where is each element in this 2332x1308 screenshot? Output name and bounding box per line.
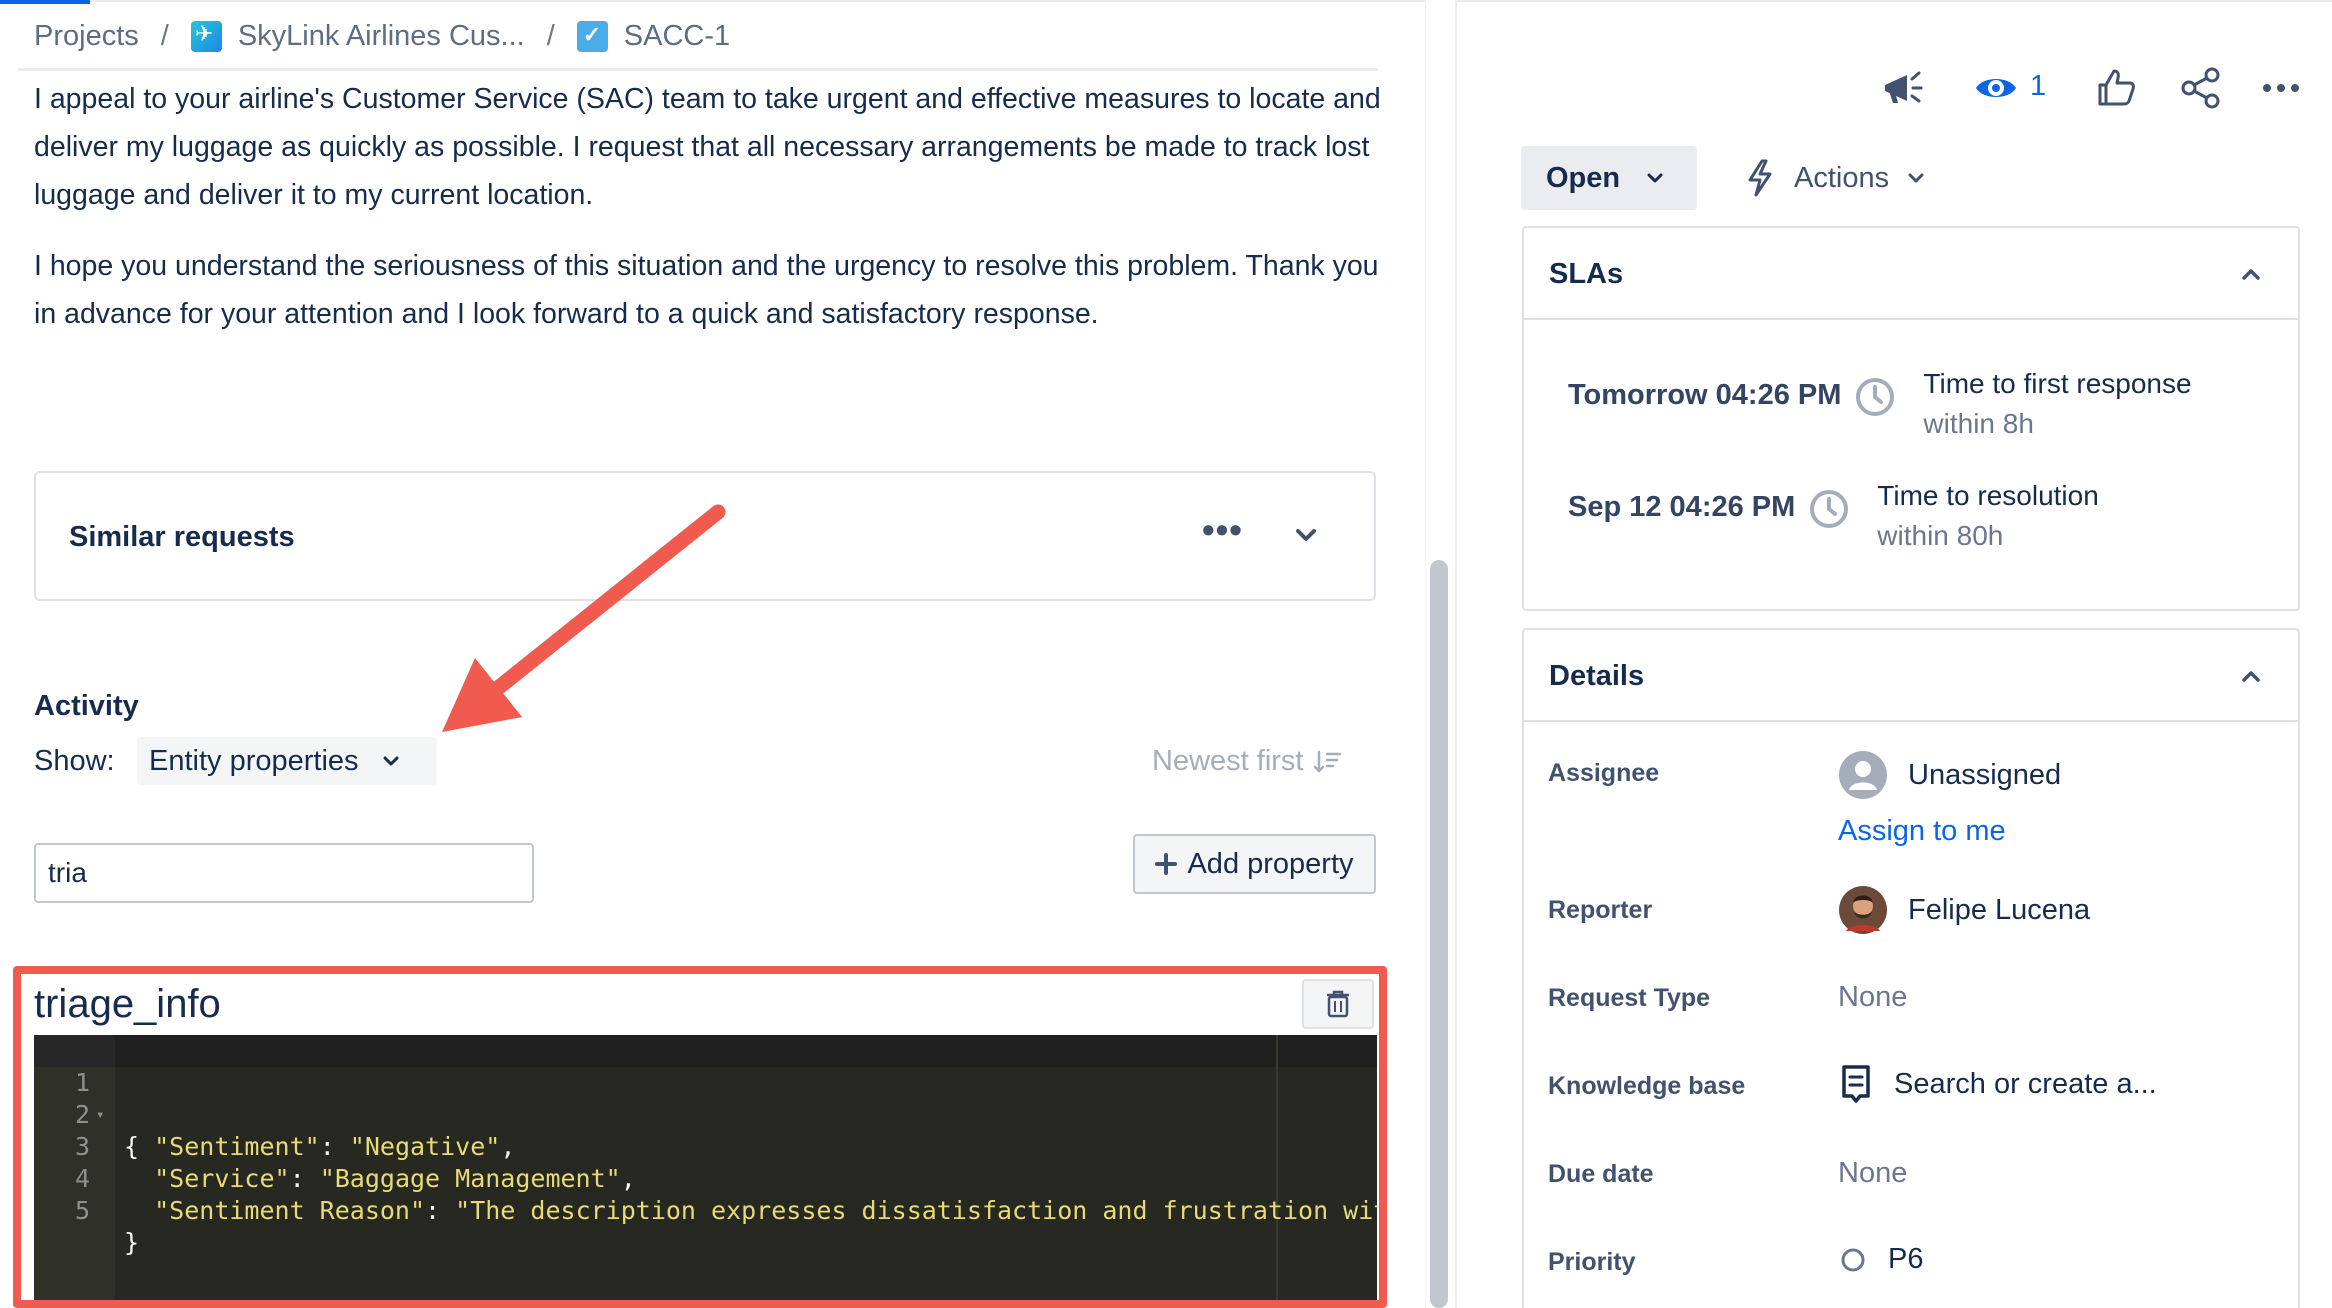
assign-to-me-link[interactable]: Assign to me [1838, 815, 2006, 848]
assignee-field[interactable]: Unassigned [1838, 750, 2061, 800]
reporter-field[interactable]: Felipe Lucena [1838, 885, 2090, 935]
breadcrumb-project[interactable]: SkyLink Airlines Cus... [238, 20, 525, 53]
clock-icon [1856, 378, 1895, 416]
priority-value: P6 [1888, 1243, 1924, 1275]
share-icon[interactable] [2175, 62, 2227, 114]
sla-name: Time to resolution [1877, 480, 2099, 511]
details-title: Details [1549, 660, 1645, 692]
breadcrumb-divider [18, 68, 1378, 71]
knowledge-base-field[interactable]: Search or create a... [1838, 1064, 2157, 1104]
sla-time: Tomorrow 04:26 PM [1568, 379, 1842, 411]
sla-description: Time to resolution within 80h [1877, 476, 2099, 556]
chevron-down-icon [1908, 173, 1924, 183]
description-paragraph: I hope you understand the seriousness of… [34, 250, 1379, 330]
description-paragraph: I appeal to your airline's Customer Serv… [34, 83, 1381, 211]
chevron-down-icon [1647, 173, 1663, 183]
highlight-box-annotation [13, 966, 1387, 1308]
priority-circle-icon [1841, 1248, 1865, 1271]
breadcrumb-separator: / [160, 19, 169, 52]
activity-heading: Activity [34, 690, 139, 722]
status-dropdown-button[interactable]: Open [1521, 146, 1697, 210]
more-icon[interactable] [2255, 62, 2307, 114]
reporter-label: Reporter [1548, 896, 1653, 924]
breadcrumb: Projects / SkyLink Airlines Cus... / SAC… [34, 16, 730, 56]
sort-order-label: Newest first [1152, 745, 1304, 777]
scrollbar-thumb[interactable] [1430, 560, 1448, 1308]
add-property-label: Add property [1187, 847, 1354, 880]
issue-description[interactable]: I appeal to your airline's Customer Serv… [34, 75, 1404, 361]
chevron-down-icon[interactable] [1286, 515, 1326, 555]
sla-name: Time to first response [1923, 368, 2192, 399]
add-property-button[interactable]: Add property [1133, 834, 1376, 894]
sla-goal: within 8h [1923, 408, 2034, 439]
issue-main-panel: Projects / SkyLink Airlines Cus... / SAC… [0, 0, 1425, 1308]
chevron-down-icon [383, 756, 399, 766]
activity-filter-value: Entity properties [149, 744, 359, 777]
sla-goal: within 80h [1877, 520, 2004, 551]
details-panel-header[interactable]: Details [1524, 630, 2298, 722]
due-date-label: Due date [1548, 1160, 1654, 1188]
clock-icon [1810, 490, 1849, 528]
due-date-value[interactable]: None [1838, 1157, 1907, 1190]
knowledge-article-icon [1842, 1065, 1870, 1103]
like-icon[interactable] [2090, 62, 2142, 114]
actions-dropdown-button[interactable]: Actions [1742, 146, 1927, 210]
request-type-value[interactable]: None [1838, 981, 1907, 1014]
show-label: Show: [34, 745, 115, 777]
sla-time: Sep 12 04:26 PM [1568, 491, 1796, 523]
property-search-input[interactable] [34, 843, 534, 903]
actions-label: Actions [1794, 161, 1890, 194]
assignee-label: Assignee [1548, 759, 1660, 787]
chevron-up-icon[interactable] [2234, 660, 2268, 694]
similar-requests-panel[interactable]: Similar requests ••• [34, 471, 1376, 601]
priority-label: Priority [1548, 1248, 1636, 1276]
request-type-label: Request Type [1548, 984, 1711, 1012]
breadcrumb-projects[interactable]: Projects [34, 20, 139, 53]
sort-order-toggle[interactable]: Newest first [1152, 745, 1343, 778]
assignee-value: Unassigned [1908, 758, 2062, 791]
unassigned-avatar-icon [1839, 751, 1887, 799]
watchers-count[interactable]: 1 [2030, 70, 2046, 103]
activity-filter-dropdown[interactable]: Entity properties [137, 737, 437, 785]
knowledge-base-label: Knowledge base [1548, 1072, 1746, 1100]
plus-icon [1155, 853, 1178, 875]
breadcrumb-issue-key[interactable]: SACC-1 [624, 20, 730, 53]
similar-requests-title: Similar requests [69, 521, 295, 553]
more-options-icon[interactable]: ••• [1202, 509, 1243, 551]
slas-panel-header[interactable]: SLAs [1524, 228, 2298, 320]
reporter-value: Felipe Lucena [1908, 893, 2091, 926]
priority-field[interactable]: P6 [1838, 1243, 1923, 1276]
details-panel: Details [1522, 628, 2300, 1308]
watch-eye-icon[interactable] [1970, 62, 2022, 114]
chevron-up-icon[interactable] [2234, 258, 2268, 292]
sla-item: Tomorrow 04:26 PM Time to first response… [1568, 364, 2192, 444]
slas-title: SLAs [1549, 258, 1624, 290]
status-label: Open [1546, 161, 1621, 194]
breadcrumb-separator: / [546, 19, 555, 52]
lightning-bolt-icon [1748, 159, 1772, 197]
feedback-megaphone-icon[interactable] [1876, 62, 1928, 114]
knowledge-base-value: Search or create a... [1894, 1067, 2157, 1100]
project-avatar-icon [190, 20, 222, 52]
sla-description: Time to first response within 8h [1923, 364, 2191, 444]
issue-type-task-icon [576, 20, 608, 52]
sla-item: Sep 12 04:26 PM Time to resolution withi… [1568, 476, 2099, 556]
sort-descending-icon [1314, 750, 1342, 773]
user-avatar [1839, 886, 1887, 934]
